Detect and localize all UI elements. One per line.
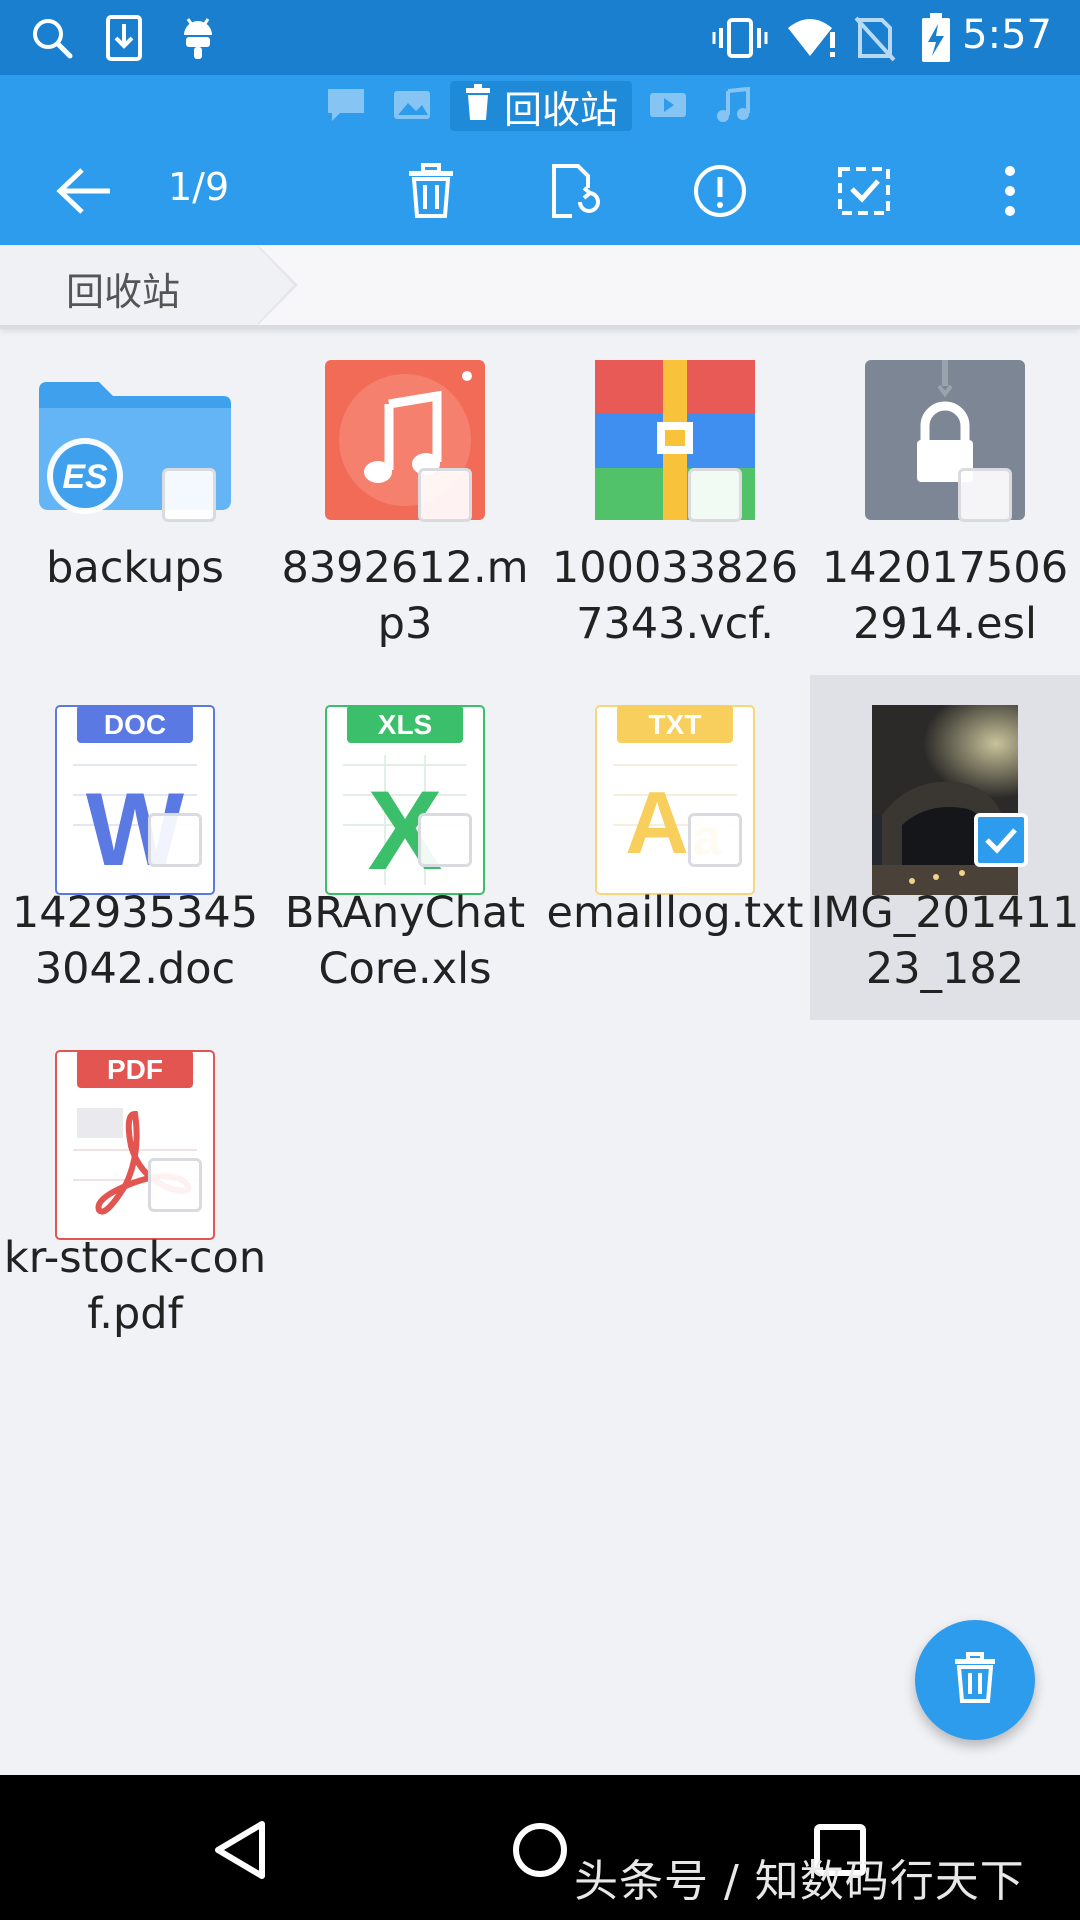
nav-home-icon[interactable] xyxy=(500,1810,580,1890)
svg-text:XLS: XLS xyxy=(378,709,432,740)
selection-count: 1/9 xyxy=(168,165,230,209)
status-bar: 5:57 xyxy=(0,0,1080,75)
file-name: 1429353453042.doc xyxy=(11,888,259,994)
file-item[interactable]: 1420175062914.esl xyxy=(810,330,1080,675)
select-all-icon[interactable] xyxy=(826,153,902,229)
no-sim-icon xyxy=(846,10,902,66)
nav-back-icon[interactable] xyxy=(200,1810,280,1890)
svg-text:TXT: TXT xyxy=(649,709,702,740)
file-item[interactable]: PDF kr-stock-conf.pdf xyxy=(0,1020,270,1365)
svg-text:DOC: DOC xyxy=(104,709,166,740)
delete-icon[interactable] xyxy=(393,153,469,229)
back-arrow-icon[interactable] xyxy=(46,153,122,229)
file-name: 8392612.mp3 xyxy=(281,543,529,649)
svg-text:ES: ES xyxy=(62,458,108,496)
clock: 5:57 xyxy=(962,12,1052,58)
video-icon[interactable] xyxy=(648,87,688,123)
breadcrumb-label: 回收站 xyxy=(66,270,181,314)
file-item[interactable]: ES backups xyxy=(0,330,270,675)
battery-charging-icon xyxy=(908,10,964,66)
file-item[interactable]: TXTAa emaillog.txt xyxy=(540,675,810,1020)
file-item[interactable]: DOC W 1429353453042.doc xyxy=(0,675,270,1020)
file-name: backups xyxy=(46,543,224,593)
watermark: 头条号 / 知数码行天下 xyxy=(574,1856,1025,1907)
select-checkbox-checked[interactable] xyxy=(974,813,1028,867)
navigation-bar: 头条号 / 知数码行天下 xyxy=(0,1775,1080,1920)
select-checkbox[interactable] xyxy=(162,468,216,522)
window-tabs: 回收站 xyxy=(0,75,1080,135)
select-checkbox[interactable] xyxy=(148,1158,202,1212)
file-name: IMG_20141123_182 xyxy=(810,888,1080,994)
svg-text:A: A xyxy=(625,773,689,872)
tab-label: 回收站 xyxy=(504,87,619,132)
file-item[interactable]: XLS X BRAnyChatCore.xls xyxy=(270,675,540,1020)
svg-text:PDF: PDF xyxy=(107,1054,163,1085)
file-item[interactable]: IMG_20141123_182 xyxy=(810,675,1080,1020)
breadcrumb: 回收站 xyxy=(0,245,1080,329)
download-icon xyxy=(96,10,152,66)
select-checkbox[interactable] xyxy=(688,468,742,522)
more-vert-icon[interactable] xyxy=(972,153,1048,229)
file-item[interactable]: 1000338267343.vcf. xyxy=(540,330,810,675)
file-name: BRAnyChatCore.xls xyxy=(284,888,526,994)
app-header: 回收站 1/9 xyxy=(0,75,1080,245)
select-checkbox[interactable] xyxy=(148,813,202,867)
empty-recycle-bin-button[interactable] xyxy=(915,1620,1035,1740)
breadcrumb-item-recycle-bin[interactable]: 回收站 xyxy=(0,245,260,325)
sms-icon[interactable] xyxy=(326,87,366,123)
music-icon[interactable] xyxy=(714,86,754,123)
select-checkbox[interactable] xyxy=(418,468,472,522)
tab-recycle-bin[interactable]: 回收站 xyxy=(450,81,633,132)
file-name: 1420175062914.esl xyxy=(821,543,1069,649)
checkmark-icon xyxy=(985,828,1017,854)
wifi-icon xyxy=(784,10,840,66)
file-name: 1000338267343.vcf. xyxy=(551,543,799,649)
select-checkbox[interactable] xyxy=(418,813,472,867)
delete-icon xyxy=(953,1652,997,1708)
toolbar: 1/9 xyxy=(0,135,1080,245)
file-name: emaillog.txt xyxy=(546,888,804,938)
file-name: kr-stock-conf.pdf xyxy=(3,1233,267,1339)
image-icon[interactable] xyxy=(392,87,432,123)
file-item[interactable]: 8392612.mp3 xyxy=(270,330,540,675)
select-checkbox[interactable] xyxy=(688,813,742,867)
vibrate-icon xyxy=(712,10,768,66)
android-icon xyxy=(170,10,226,66)
select-checkbox[interactable] xyxy=(958,468,1012,522)
restore-icon[interactable] xyxy=(538,153,614,229)
search-icon xyxy=(24,10,80,66)
info-icon[interactable] xyxy=(682,153,758,229)
trash-icon xyxy=(464,83,492,129)
